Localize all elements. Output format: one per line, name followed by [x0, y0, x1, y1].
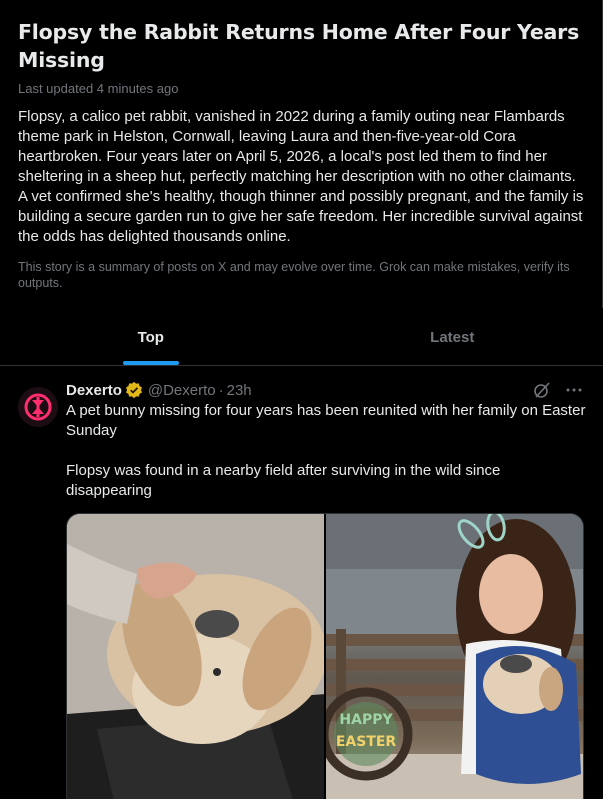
verified-gold-badge-icon: [125, 381, 143, 399]
svg-text:EASTER: EASTER: [336, 734, 397, 750]
story-panel: Flopsy the Rabbit Returns Home After Fou…: [0, 0, 603, 308]
avatar[interactable]: [18, 387, 58, 427]
wreath-sign: HAPPY: [339, 712, 393, 728]
photo-rabbit-held[interactable]: [67, 514, 324, 799]
active-tab-indicator: [122, 361, 179, 365]
tab-latest[interactable]: Latest: [302, 309, 603, 365]
last-updated: Last updated 4 minutes ago: [18, 81, 179, 96]
tab-latest-label: Latest: [430, 328, 475, 346]
post-header-actions: [533, 381, 583, 399]
post-media[interactable]: HAPPY EASTER: [66, 513, 584, 799]
post-time[interactable]: 23h: [227, 382, 252, 399]
story-summary: Flopsy, a calico pet rabbit, vanished in…: [18, 108, 584, 245]
grok-disclaimer: This story is a summary of posts on X an…: [18, 260, 570, 290]
tab-top[interactable]: Top: [0, 309, 302, 365]
post[interactable]: Dexerto @Dexerto · 23h A pet bunny missi…: [0, 367, 603, 799]
more-options-icon[interactable]: [565, 381, 583, 399]
post-header: Dexerto @Dexerto · 23h: [66, 379, 587, 401]
dexerto-logo-icon: [18, 387, 58, 427]
post-body: Dexerto @Dexerto · 23h A pet bunny missi…: [66, 379, 587, 799]
author-handle[interactable]: @Dexerto: [148, 382, 216, 399]
author-name[interactable]: Dexerto: [66, 382, 122, 399]
photo-girl-with-rabbit[interactable]: HAPPY EASTER: [326, 514, 583, 799]
grok-icon[interactable]: [533, 381, 551, 399]
separator-dot: ·: [218, 381, 224, 399]
tab-top-label: Top: [137, 328, 164, 346]
feed-tabs: Top Latest: [0, 309, 603, 366]
post-text: A pet bunny missing for four years has b…: [66, 402, 586, 499]
story-title: Flopsy the Rabbit Returns Home After Fou…: [18, 20, 580, 72]
